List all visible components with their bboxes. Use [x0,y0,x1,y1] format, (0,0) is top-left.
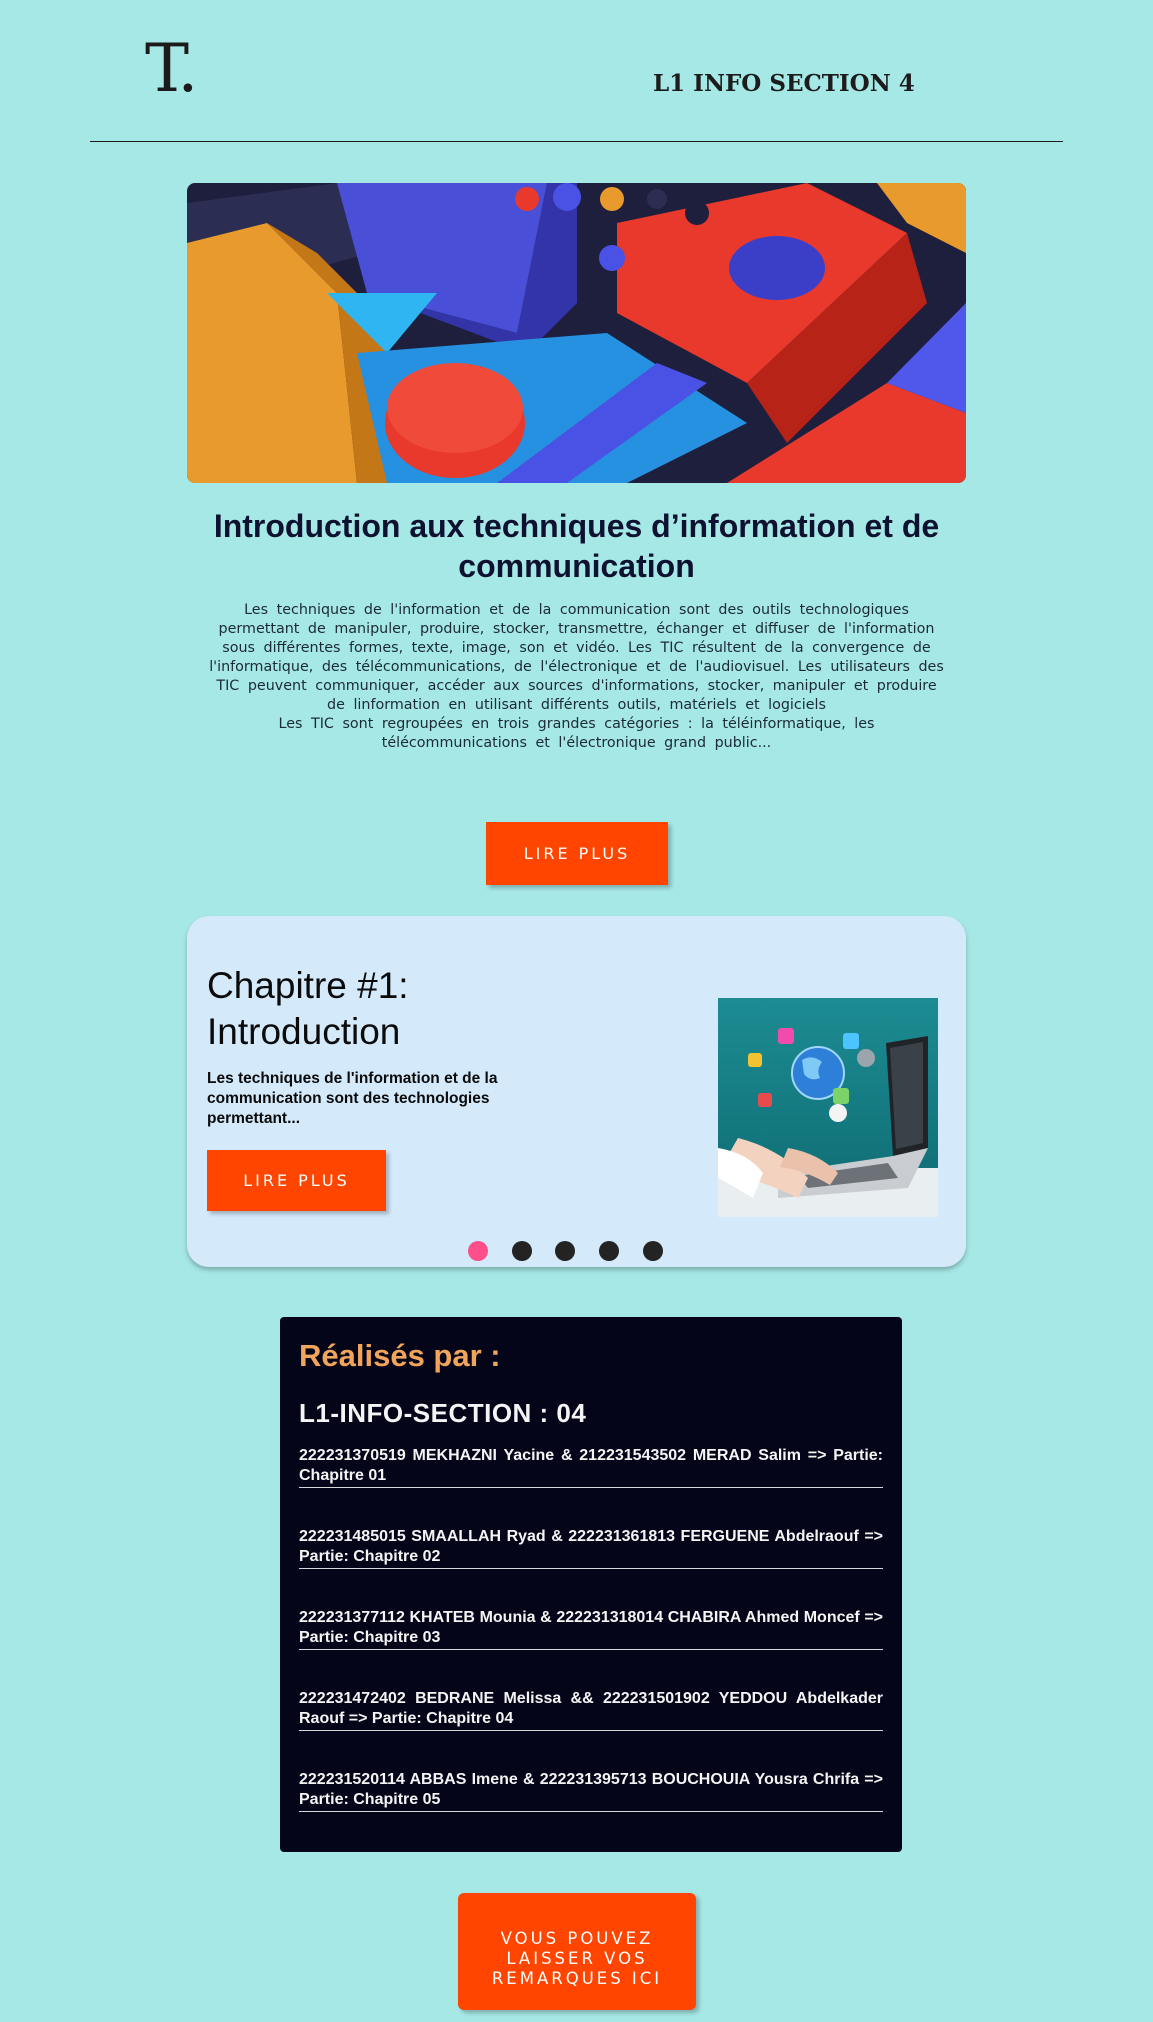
intro-paragraph-2: Les TIC sont regroupées en trois grandes… [278,716,875,751]
member-entry-1: 222231370519 MEKHAZNI Yacine & 212231543… [299,1446,883,1488]
credits-panel: Réalisés par : L1-INFO-SECTION : 04 2222… [280,1317,902,1852]
member-entry-5: 222231520114 ABBAS Imene & 222231395713 … [299,1770,883,1812]
chapter-summary: Les techniques de l'information et de la… [207,1070,498,1127]
header-divider [90,141,1063,142]
hero-image [187,183,966,483]
site-title: L1 INFO SECTION 4 [653,70,915,97]
credits-subtitle: L1-INFO-SECTION : 04 [299,1398,587,1428]
intro-title: Introduction aux techniques d’informatio… [213,508,940,584]
chapter-title: Chapitre #1: Introduction [207,965,409,1052]
chapter-image [718,998,938,1217]
intro-text: Les techniques de l'information et de la… [207,601,946,753]
member-entry-3: 222231377112 KHATEB Mounia & 22223131801… [299,1608,883,1650]
member-entry-4: 222231472402 BEDRANE Melissa && 22223150… [299,1689,883,1731]
chapter-read-more-button[interactable]: LIRE PLUS [207,1150,386,1211]
slider-dot-3[interactable] [555,1241,575,1261]
read-more-button[interactable]: LIRE PLUS [486,822,668,885]
site-header: T. L1 INFO SECTION 4 [0,0,1153,142]
slider-dot-1[interactable] [468,1241,488,1261]
laptop-technology-illustration [718,998,938,1217]
chapter-slider: Chapitre #1: Introduction Les techniques… [187,916,966,1267]
slider-dot-4[interactable] [599,1241,619,1261]
site-logo[interactable]: T. [145,30,198,107]
credits-title: Réalisés par : [299,1338,501,1373]
abstract-shapes-illustration [187,183,966,483]
intro-paragraph-1: Les techniques de l'information et de la… [209,602,944,713]
member-entry-2: 222231485015 SMAALLAH Ryad & 22223136181… [299,1527,883,1569]
slider-dot-5[interactable] [643,1241,663,1261]
slider-pagination [187,1241,966,1263]
slider-dot-2[interactable] [512,1241,532,1261]
leave-remarks-button[interactable]: VOUS POUVEZ LAISSER VOS REMARQUES ICI [458,1893,696,2010]
